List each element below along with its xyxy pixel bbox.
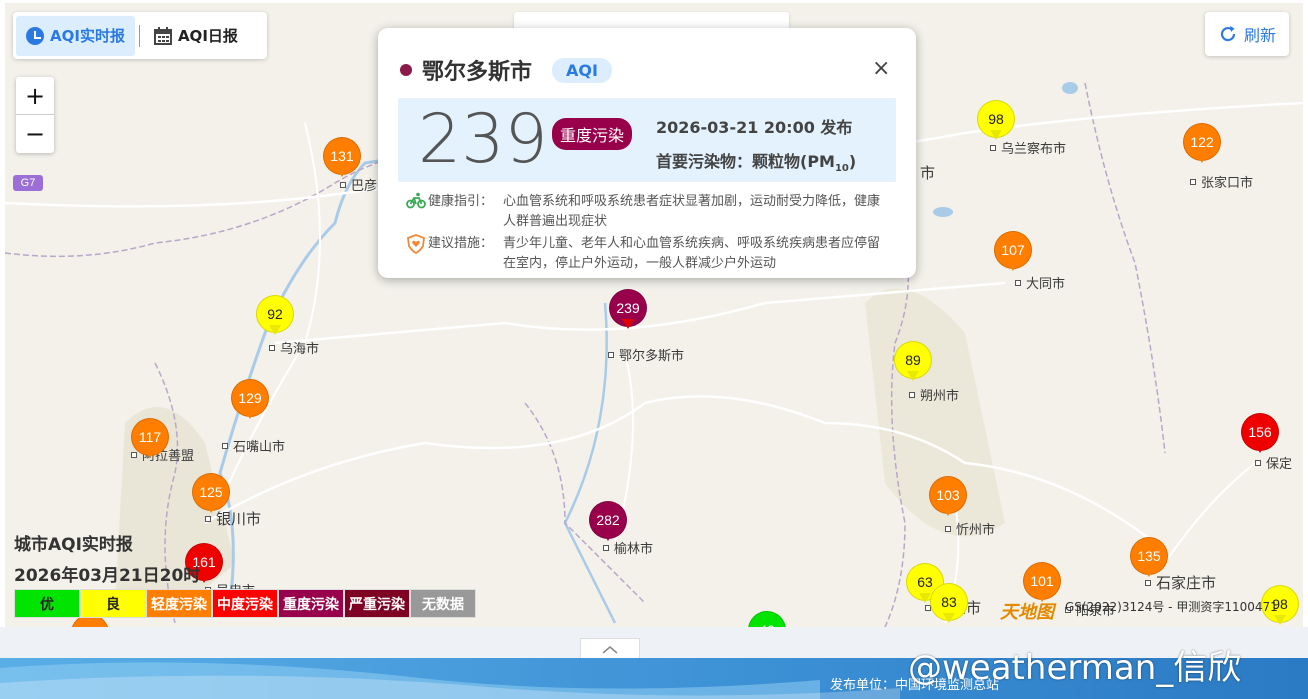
tab-label: AQI日报 <box>177 27 238 45</box>
aqi-marker[interactable]: 282 <box>589 501 627 547</box>
aqi-marker[interactable]: 83 <box>930 583 968 627</box>
legend-item-severe: 严重污染 <box>344 589 410 618</box>
legend-item-light: 轻度污染 <box>146 589 212 618</box>
city-label: 石嘴山市 <box>222 436 285 455</box>
tab-aqi-realtime[interactable]: AQI实时报 <box>16 15 135 56</box>
tab-label: AQI实时报 <box>50 27 125 45</box>
popup-aqi-panel: 239 重度污染 2026-03-21 20:00 发布 首要污染物：颗粒物(P… <box>398 98 896 182</box>
aqi-marker[interactable]: 131 <box>323 137 361 183</box>
clock-icon <box>26 26 44 45</box>
aqi-level-badge: 重度污染 <box>552 118 633 150</box>
aqi-marker[interactable]: 89 <box>894 341 932 387</box>
popup-aqi-tag: AQI <box>552 57 612 83</box>
primary-pollutant: 首要污染物：颗粒物(PM10) <box>656 152 857 175</box>
weibo-watermark: @weatherman_信欣 <box>908 648 1242 688</box>
legend-item-nodata: 无数据 <box>410 589 476 618</box>
measure-label: 建议措施： <box>428 236 494 251</box>
refresh-button[interactable]: 刷新 <box>1205 12 1289 56</box>
aqi-marker[interactable]: 117 <box>131 418 169 464</box>
bicycle-icon <box>406 192 426 209</box>
city-label: 市 <box>920 164 936 182</box>
city-label: 鄂尔多斯市 <box>608 345 684 364</box>
legend-item-heavy: 重度污染 <box>278 589 344 618</box>
aqi-marker[interactable]: 103 <box>929 476 967 522</box>
aqi-marker[interactable]: 135 <box>1130 537 1168 583</box>
legend-item-moderate: 中度污染 <box>212 589 278 618</box>
city-aqi-popup: 鄂尔多斯市 AQI × 239 重度污染 2026-03-21 20:00 发布… <box>378 28 916 278</box>
popup-city-name: 鄂尔多斯市 <box>422 60 533 85</box>
aqi-marker[interactable]: 98 <box>977 100 1015 146</box>
health-text: 心血管系统和呼吸系统患者症状显著加剧，运动耐受力降低，健康人群普遍出现症状 <box>503 194 881 229</box>
map-brand-logo: 天地图 <box>1000 602 1054 623</box>
expand-panel-button[interactable] <box>580 638 640 660</box>
zoom-in-button[interactable]: + <box>16 77 54 115</box>
aqi-marker[interactable]: 125 <box>192 473 230 519</box>
aqi-marker[interactable]: 122 <box>1183 123 1221 169</box>
aqi-marker-selected[interactable]: 239 <box>609 289 647 335</box>
aqi-value: 40 <box>748 611 786 627</box>
refresh-icon <box>1220 26 1236 42</box>
legend-time: 2026年03月21日20时 <box>14 566 201 586</box>
tab-aqi-daily[interactable]: AQI日报 <box>144 16 248 56</box>
legend-item-excellent: 优 <box>14 589 80 618</box>
legend-item-good: 良 <box>80 589 146 618</box>
health-label: 健康指引： <box>428 194 494 209</box>
publish-time: 2026-03-21 20:00 发布 <box>656 118 853 137</box>
measure-text: 青少年儿童、老年人和心血管系统疾病、呼吸系统疾病患者应停留在室内，停止户外运动，… <box>503 236 881 271</box>
chevron-up-icon <box>602 645 618 654</box>
suggested-measures: 建议措施： 青少年儿童、老年人和心血管系统疾病、呼吸系统疾病患者应停留在室内，停… <box>406 234 892 274</box>
health-guidance: 健康指引： 心血管系统和呼吸系统患者症状显著加剧，运动耐受力降低，健康人群普遍出… <box>406 192 892 232</box>
aqi-marker[interactable]: 129 <box>231 379 269 425</box>
close-icon[interactable]: × <box>872 56 890 81</box>
aqi-marker[interactable]: 107 <box>994 231 1032 277</box>
status-dot-icon <box>400 64 412 76</box>
popup-header: 鄂尔多斯市 AQI <box>400 54 612 86</box>
legend-title: 城市AQI实时报 <box>14 535 133 555</box>
tab-divider <box>138 24 140 47</box>
aqi-marker[interactable]: 92 <box>256 295 294 341</box>
city-label: 张家口市 <box>1190 172 1253 191</box>
aqi-marker[interactable]: 156 <box>1241 413 1279 459</box>
aqi-legend: 优 良 轻度污染 中度污染 重度污染 严重污染 无数据 <box>14 589 476 618</box>
refresh-label: 刷新 <box>1243 26 1276 45</box>
city-label: 朔州市 <box>909 385 959 404</box>
map-copyright: GS(2022)3124号 - 甲测资字1100471 <box>1065 600 1278 614</box>
report-type-tabs: AQI实时报 AQI日报 <box>13 12 267 59</box>
calendar-icon <box>153 26 172 45</box>
aqi-value: 239 <box>418 100 548 179</box>
zoom-out-button[interactable]: − <box>16 115 54 153</box>
shield-heart-icon <box>407 234 425 255</box>
aqi-marker[interactable]: 40 <box>748 611 786 627</box>
zoom-control: + − <box>16 77 54 153</box>
road-shield-g7: G7 <box>13 175 43 191</box>
